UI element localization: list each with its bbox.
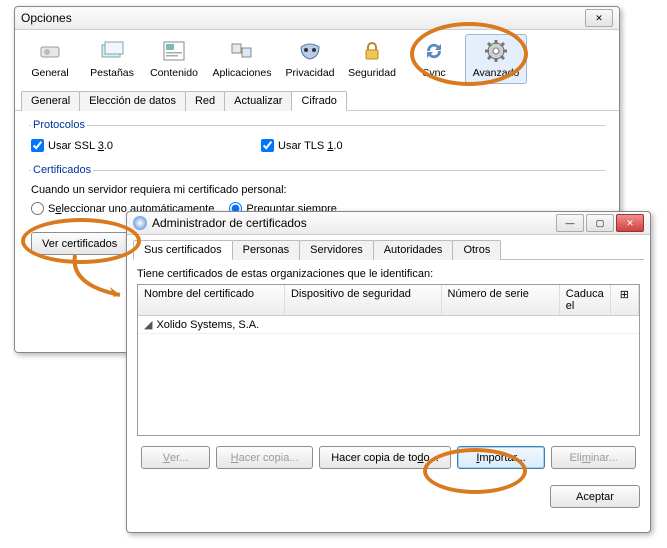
certmgr-title: Administrador de certificados — [152, 216, 554, 230]
close-icon[interactable]: ✕ — [616, 214, 644, 232]
certificates-desc: Cuando un servidor requiera mi certifica… — [31, 184, 603, 196]
mask-icon — [294, 37, 326, 65]
minimize-icon[interactable]: — — [556, 214, 584, 232]
col-serial[interactable]: Número de serie — [442, 285, 560, 315]
subtab-encryption[interactable]: Cifrado — [291, 91, 346, 111]
sync-icon — [418, 37, 450, 65]
content-icon — [158, 37, 190, 65]
column-picker-icon[interactable]: ⊞ — [611, 285, 639, 315]
subtab-network[interactable]: Red — [185, 91, 225, 111]
toolbar-privacy[interactable]: Privacidad — [279, 34, 341, 84]
certmgr-app-icon — [133, 216, 147, 230]
view-certificates-button[interactable]: Ver certificados — [31, 232, 128, 255]
tree-toggle-icon[interactable]: ◢ — [144, 318, 152, 331]
toolbar-advanced[interactable]: Avanzado — [465, 34, 527, 84]
list-item[interactable]: ◢ Xolido Systems, S.A. — [138, 316, 639, 334]
col-name[interactable]: Nombre del certificado — [138, 285, 285, 315]
subtab-data-choices[interactable]: Elección de datos — [79, 91, 186, 111]
col-expires[interactable]: Caduca el — [560, 285, 611, 315]
toolbar-security[interactable]: Seguridad — [341, 34, 403, 84]
certificates-legend: Certificados — [31, 164, 93, 176]
options-title: Opciones — [21, 11, 583, 25]
toolbar-applications[interactable]: Aplicaciones — [205, 34, 279, 84]
toolbar-content[interactable]: Contenido — [143, 34, 205, 84]
toolbar-sync[interactable]: Sync — [403, 34, 465, 84]
delete-button: Eliminar... — [551, 446, 636, 469]
cert-tab-people[interactable]: Personas — [232, 240, 300, 260]
toolbar-tabs[interactable]: Pestañas — [81, 34, 143, 84]
import-button[interactable]: Importar... — [457, 446, 545, 469]
tabs-icon — [96, 37, 128, 65]
gear-icon — [480, 37, 512, 65]
checkbox-tls[interactable]: Usar TLS 1.0 — [261, 139, 343, 152]
subtab-update[interactable]: Actualizar — [224, 91, 292, 111]
toolbar-general[interactable]: General — [19, 34, 81, 84]
options-toolbar: General Pestañas Contenido Aplicaciones … — [15, 30, 619, 84]
close-icon[interactable]: ✕ — [585, 9, 613, 27]
ok-button[interactable]: Aceptar — [550, 485, 640, 508]
protocols-legend: Protocolos — [31, 119, 87, 131]
lock-icon — [356, 37, 388, 65]
checkbox-ssl[interactable]: Usar SSL 3.0 — [31, 139, 261, 152]
col-device[interactable]: Dispositivo de seguridad — [285, 285, 442, 315]
cert-tab-yours[interactable]: Sus certificados — [133, 240, 233, 260]
cert-tab-servers[interactable]: Servidores — [299, 240, 374, 260]
cert-tab-others[interactable]: Otros — [452, 240, 501, 260]
cert-org-name: Xolido Systems, S.A. — [156, 319, 259, 331]
maximize-icon[interactable]: ▢ — [586, 214, 614, 232]
cert-desc: Tiene certificados de estas organizacion… — [137, 268, 640, 280]
view-button: Ver... — [141, 446, 210, 469]
switch-icon — [34, 37, 66, 65]
cert-tab-authorities[interactable]: Autoridades — [373, 240, 454, 260]
backup-all-button[interactable]: Hacer copia de todo... — [319, 446, 451, 469]
certificate-list[interactable]: Nombre del certificado Dispositivo de se… — [137, 284, 640, 436]
subtab-general[interactable]: General — [21, 91, 80, 111]
applications-icon — [226, 37, 258, 65]
backup-button: Hacer copia... — [216, 446, 313, 469]
